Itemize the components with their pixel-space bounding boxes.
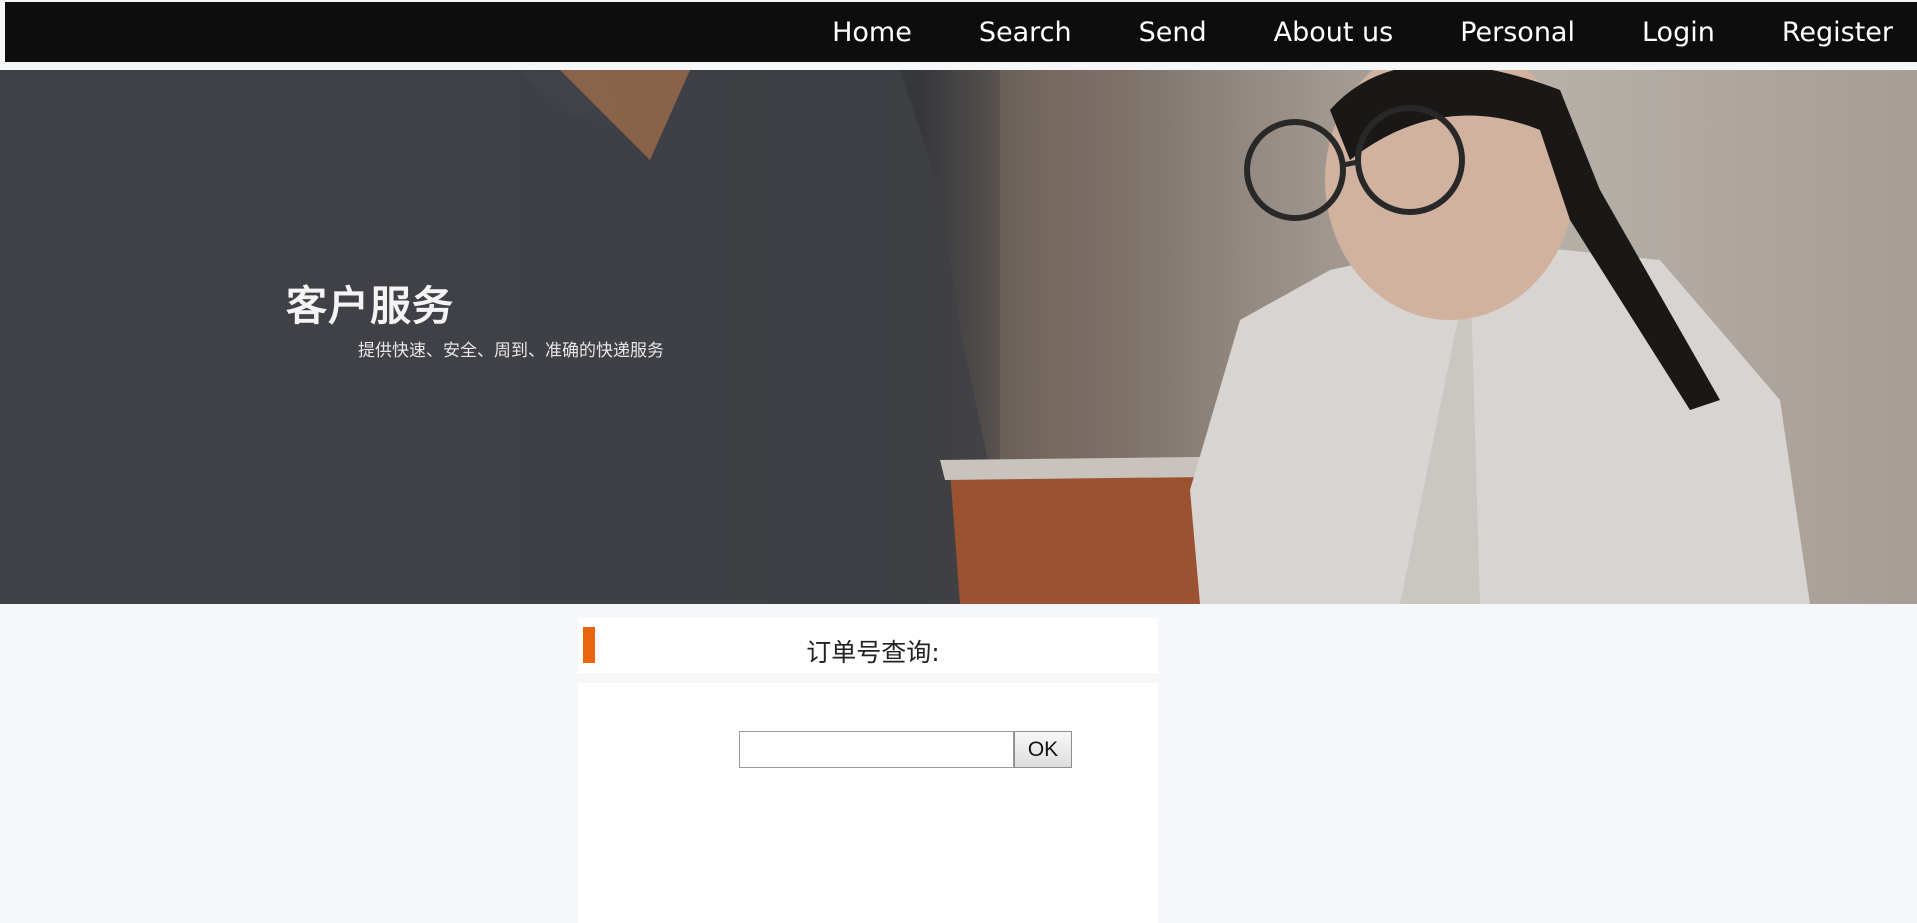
nav-send-link[interactable]: Send — [1139, 19, 1207, 46]
nav-about-us-link[interactable]: About us — [1274, 19, 1394, 46]
order-query-title: 订单号查询: — [806, 638, 940, 667]
ok-button[interactable]: OK — [1014, 731, 1072, 768]
order-number-input[interactable] — [739, 731, 1014, 768]
hero-title: 客户服务 — [286, 282, 454, 330]
nav-search-link[interactable]: Search — [979, 19, 1072, 46]
nav-personal-link[interactable]: Personal — [1460, 19, 1575, 46]
order-query-panel: OK — [578, 683, 1158, 923]
nav-home-link[interactable]: Home — [832, 19, 912, 46]
hero-banner: 客户服务 提供快速、安全、周到、准确的快递服务 — [0, 70, 1917, 604]
order-query-header: 订单号查询: — [578, 618, 1158, 673]
top-navbar: Home Search Send About us Personal Login… — [5, 2, 1917, 62]
nav-register-link[interactable]: Register — [1782, 19, 1893, 46]
nav-login-link[interactable]: Login — [1642, 19, 1715, 46]
hero-photo — [0, 70, 1917, 604]
hero-subtitle: 提供快速、安全、周到、准确的快递服务 — [358, 341, 664, 361]
